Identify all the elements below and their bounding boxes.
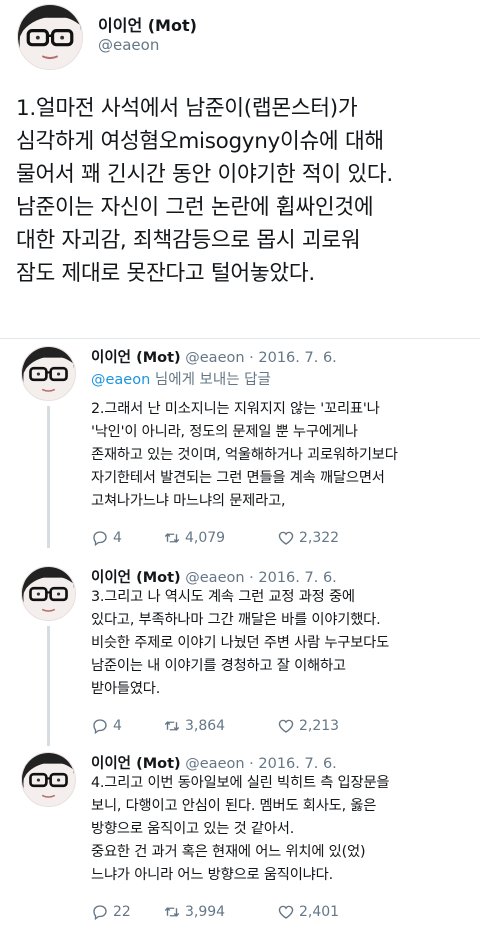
avatar[interactable] (17, 4, 83, 70)
reply-tweet[interactable]: 이이언 (Mot) @eaeon · 2016. 7. 6. 4.그리고 이번 … (0, 752, 480, 922)
action-bar: 4 4,079 2,322 (91, 528, 451, 548)
like-button[interactable]: 2,213 (277, 716, 339, 736)
author-name[interactable]: 이이언 (Mot) (98, 12, 197, 36)
avatar[interactable] (21, 566, 76, 621)
author-meta[interactable]: @eaeon · 2016. 7. 6. (185, 570, 337, 586)
divider (0, 338, 480, 339)
reply-count: 22 (113, 904, 131, 920)
reply-icon (93, 905, 107, 921)
avatar[interactable] (21, 346, 76, 401)
main-tweet: 이이언 (Mot) @eaeon 1.얼마전 사석에서 남준이(랩몬스터)가 심… (0, 0, 480, 338)
tweet-text: 4.그리고 이번 동아일보에 실린 빅히트 측 입장문을 보니, 다행이고 안심… (91, 775, 390, 883)
author-name[interactable]: 이이언 (Mot) (91, 756, 181, 772)
retweet-icon (164, 907, 180, 917)
author-meta[interactable]: @eaeon · 2016. 7. 6. (185, 350, 337, 366)
retweet-count: 3,994 (185, 904, 226, 920)
reply-icon (93, 531, 107, 547)
replying-to: @eaeon 님에게 보내는 답글 (91, 368, 271, 389)
retweet-icon (164, 721, 180, 731)
like-button[interactable]: 2,401 (277, 902, 339, 922)
thread-line (47, 626, 50, 746)
action-bar: 4 3,864 2,213 (91, 716, 451, 736)
reply-button[interactable]: 4 (91, 528, 122, 548)
avatar[interactable] (21, 752, 76, 807)
reply-icon (93, 719, 107, 735)
mention-link[interactable]: @eaeon (91, 372, 150, 388)
reply-tweet[interactable]: 이이언 (Mot) @eaeon · 2016. 7. 6. @eaeon 님에… (0, 346, 480, 556)
reply-count: 4 (113, 718, 122, 734)
like-count: 2,213 (299, 718, 340, 734)
like-icon (278, 905, 294, 919)
reply-count: 4 (113, 530, 122, 546)
author-name[interactable]: 이이언 (Mot) (91, 570, 181, 586)
retweet-count: 4,079 (185, 530, 226, 546)
author-handle[interactable]: @eaeon (98, 36, 159, 54)
tweet-text: 2.그래서 난 미소지니는 지워지지 않는 '꼬리표'나 '낙인'이 아니라, … (91, 401, 398, 509)
tweet-text: 3.그리고 나 역시도 계속 그런 교정 과정 중에 있다고, 부족하나마 그간… (91, 589, 390, 697)
retweet-button[interactable]: 3,994 (163, 902, 225, 922)
author-meta[interactable]: @eaeon · 2016. 7. 6. (185, 756, 337, 772)
retweet-button[interactable]: 3,864 (163, 716, 225, 736)
author-name[interactable]: 이이언 (Mot) (91, 350, 181, 366)
like-button[interactable]: 2,322 (277, 528, 339, 548)
thread-line (47, 406, 50, 548)
reply-header: 이이언 (Mot) @eaeon · 2016. 7. 6. (91, 752, 337, 773)
tweet-text: 1.얼마전 사석에서 남준이(랩몬스터)가 심각하게 여성혐오misogyny이… (16, 96, 393, 286)
action-bar: 22 3,994 2,401 (91, 902, 451, 922)
reply-header: 이이언 (Mot) @eaeon · 2016. 7. 6. (91, 566, 337, 587)
replying-to-label: 님에게 보내는 답글 (150, 372, 271, 388)
like-icon (278, 719, 294, 733)
reply-header: 이이언 (Mot) @eaeon · 2016. 7. 6. (91, 346, 337, 367)
reply-tweet[interactable]: 이이언 (Mot) @eaeon · 2016. 7. 6. 3.그리고 나 역… (0, 566, 480, 746)
like-icon (278, 531, 294, 545)
like-count: 2,401 (299, 904, 340, 920)
reply-button[interactable]: 4 (91, 716, 122, 736)
retweet-icon (164, 533, 180, 543)
retweet-count: 3,864 (185, 718, 226, 734)
like-count: 2,322 (299, 530, 340, 546)
reply-button[interactable]: 22 (91, 902, 131, 922)
retweet-button[interactable]: 4,079 (163, 528, 225, 548)
